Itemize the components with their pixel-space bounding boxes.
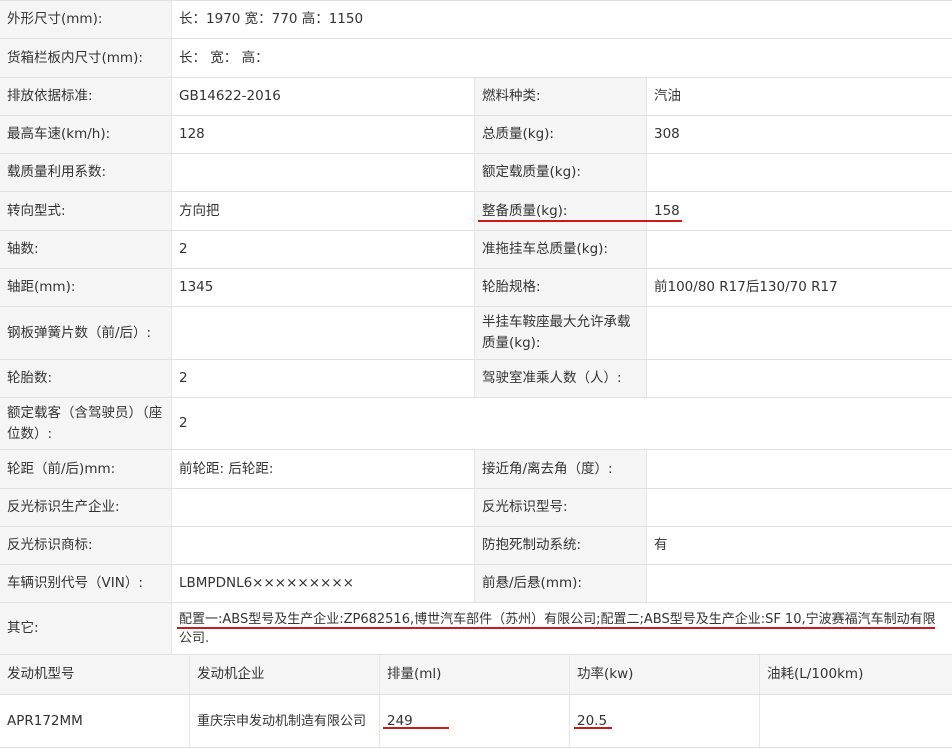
engine-power: 20.5 <box>570 695 760 748</box>
spec-row-axles: 轴数: 2 准拖挂车总质量(kg): <box>0 230 952 268</box>
label-leaf-springs: 钢板弹簧片数（前/后）: <box>0 307 172 359</box>
label-tire-count: 轮胎数: <box>0 360 172 397</box>
value-cab-capacity <box>647 360 952 397</box>
engine-model: APR172MM <box>0 695 190 748</box>
engine-header-power: 功率(kw) <box>570 655 760 694</box>
value-tire-count: 2 <box>172 360 475 397</box>
engine-header-fuel-consumption: 油耗(L/100km) <box>760 655 952 694</box>
label-tire-spec: 轮胎规格: <box>475 269 647 306</box>
spec-row-reflector-brand: 反光标识商标: 防抱死制动系统: 有 <box>0 526 952 564</box>
spec-row-vin: 车辆识别代号（VIN）: LBMPDNL6××××××××× 前悬/后悬(mm)… <box>0 564 952 602</box>
spec-row-speed: 最高车速(km/h): 128 总质量(kg): 308 <box>0 115 952 153</box>
spec-row-load-coefficient: 载质量利用系数: 额定载质量(kg): <box>0 153 952 191</box>
value-overhang <box>647 565 952 602</box>
label-fuel-type: 燃料种类: <box>475 78 647 115</box>
label-reflector-model: 反光标识型号: <box>475 489 647 526</box>
value-total-mass: 308 <box>647 116 952 153</box>
value-reflector-model <box>647 489 952 526</box>
label-saddle-load: 半挂车鞍座最大允许承载质量(kg): <box>475 307 647 359</box>
value-reflector-maker <box>172 489 475 526</box>
label-cab-capacity: 驾驶室准乘人数（人）: <box>475 360 647 397</box>
value-max-speed: 128 <box>172 116 475 153</box>
engine-header-displacement: 排量(ml) <box>380 655 570 694</box>
spec-row-track: 轮距（前/后)mm: 前轮距: 后轮距: 接近角/离去角（度）: <box>0 449 952 488</box>
spec-row-tire-count: 轮胎数: 2 驾驶室准乘人数（人）: <box>0 359 952 397</box>
spec-row-leaf-springs: 钢板弹簧片数（前/后）: 半挂车鞍座最大允许承载质量(kg): <box>0 306 952 359</box>
label-reflector-brand: 反光标识商标: <box>0 527 172 564</box>
label-vin: 车辆识别代号（VIN）: <box>0 565 172 602</box>
label-rated-passengers: 额定载客（含驾驶员）（座位数）: <box>0 398 172 449</box>
value-emission-standard: GB14622-2016 <box>172 78 475 115</box>
label-emission-standard: 排放依据标准: <box>0 78 172 115</box>
label-rated-load: 额定载质量(kg): <box>475 154 647 191</box>
value-abs: 有 <box>647 527 952 564</box>
displacement-underline <box>383 727 449 729</box>
value-rated-passengers: 2 <box>172 398 952 449</box>
curb-weight-underline <box>478 220 682 222</box>
label-dimensions: 外形尺寸(mm): <box>0 1 172 38</box>
label-trailer-mass: 准拖挂车总质量(kg): <box>475 231 647 268</box>
value-approach-angle <box>647 450 952 488</box>
other-config-underline <box>177 627 935 629</box>
value-saddle-load <box>647 307 952 359</box>
label-reflector-maker: 反光标识生产企业: <box>0 489 172 526</box>
engine-header-model: 发动机型号 <box>0 655 190 694</box>
value-track-width: 前轮距: 后轮距: <box>172 450 475 488</box>
label-track-width: 轮距（前/后)mm: <box>0 450 172 488</box>
label-max-speed: 最高车速(km/h): <box>0 116 172 153</box>
value-leaf-springs <box>172 307 475 359</box>
engine-header-maker: 发动机企业 <box>190 655 380 694</box>
label-steering-type: 转向型式: <box>0 192 172 230</box>
label-curb-weight: 整备质量(kg): <box>475 192 647 230</box>
engine-fuel-consumption <box>760 695 952 748</box>
label-wheelbase: 轴距(mm): <box>0 269 172 306</box>
label-total-mass: 总质量(kg): <box>475 116 647 153</box>
value-dimensions: 长：1970 宽：770 高：1150 <box>172 1 952 38</box>
value-steering-type: 方向把 <box>172 192 475 230</box>
value-axle-count: 2 <box>172 231 475 268</box>
label-load-coefficient: 载质量利用系数: <box>0 154 172 191</box>
value-curb-weight: 158 <box>647 192 952 230</box>
spec-row-wheelbase: 轴距(mm): 1345 轮胎规格: 前100/80 R17后130/70 R1… <box>0 268 952 306</box>
engine-table-header: 发动机型号 发动机企业 排量(ml) 功率(kw) 油耗(L/100km) <box>0 654 952 694</box>
engine-displacement: 249 <box>380 695 570 748</box>
label-approach-angle: 接近角/离去角（度）: <box>475 450 647 488</box>
spec-row-steering: 转向型式: 方向把 整备质量(kg): 158 <box>0 191 952 230</box>
value-cargo-box: 长： 宽： 高： <box>172 39 952 77</box>
power-underline <box>574 727 612 729</box>
value-fuel-type: 汽油 <box>647 78 952 115</box>
spec-row-dimensions: 外形尺寸(mm): 长：1970 宽：770 高：1150 <box>0 0 952 38</box>
spec-row-emission: 排放依据标准: GB14622-2016 燃料种类: 汽油 <box>0 77 952 115</box>
value-wheelbase: 1345 <box>172 269 475 306</box>
label-overhang: 前悬/后悬(mm): <box>475 565 647 602</box>
value-reflector-brand <box>172 527 475 564</box>
value-load-coefficient <box>172 154 475 191</box>
value-vin: LBMPDNL6××××××××× <box>172 565 475 602</box>
value-rated-load <box>647 154 952 191</box>
value-trailer-mass <box>647 231 952 268</box>
label-abs: 防抱死制动系统: <box>475 527 647 564</box>
engine-maker: 重庆宗申发动机制造有限公司 <box>190 695 380 748</box>
label-cargo-box: 货箱栏板内尺寸(mm): <box>0 39 172 77</box>
label-axle-count: 轴数: <box>0 231 172 268</box>
spec-row-reflector-maker: 反光标识生产企业: 反光标识型号: <box>0 488 952 526</box>
engine-table-row: APR172MM 重庆宗申发动机制造有限公司 249 20.5 <box>0 694 952 748</box>
value-tire-spec: 前100/80 R17后130/70 R17 <box>647 269 952 306</box>
label-other: 其它: <box>0 603 172 654</box>
spec-row-passengers: 额定载客（含驾驶员）（座位数）: 2 <box>0 397 952 449</box>
spec-row-cargo-box: 货箱栏板内尺寸(mm): 长： 宽： 高： <box>0 38 952 77</box>
